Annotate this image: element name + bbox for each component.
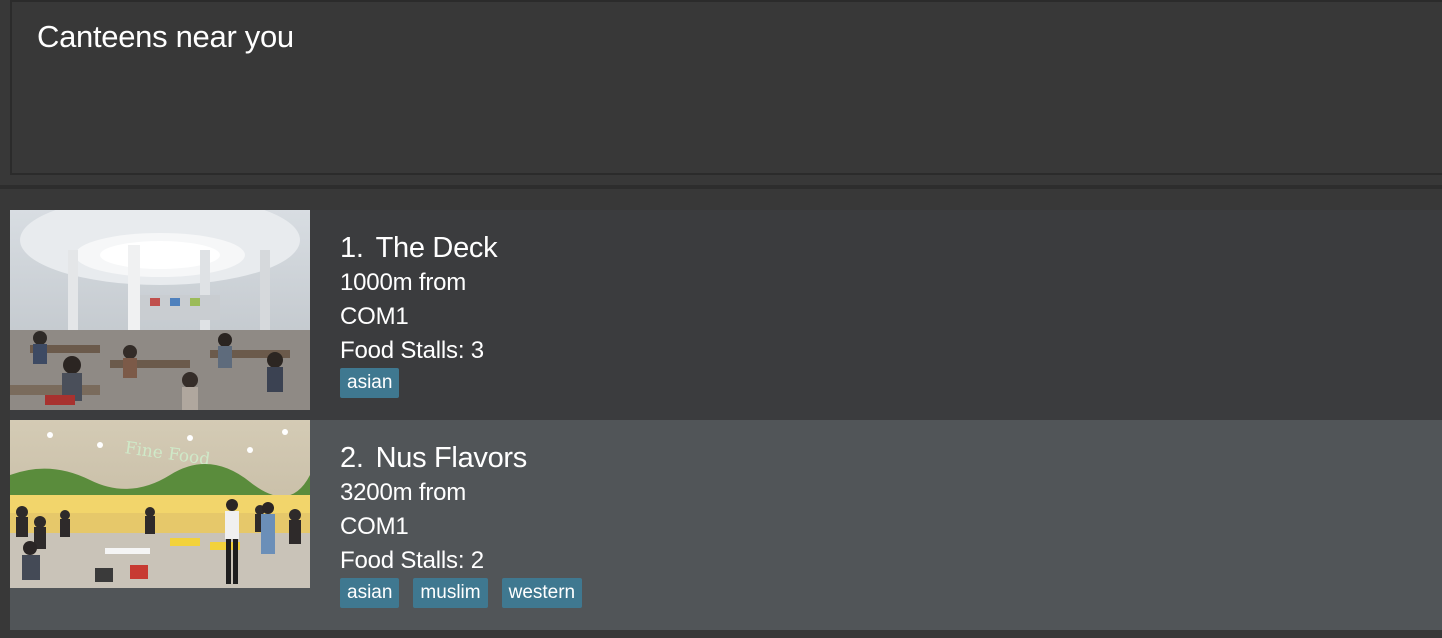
canteen-stalls: Food Stalls: 3 bbox=[340, 334, 497, 368]
canteen-distance: 3200m from bbox=[340, 479, 467, 506]
canteen-card[interactable]: Fine Food 2. Nus Flavors 3200m from COM1… bbox=[10, 420, 1442, 630]
canteen-info: 2. Nus Flavors 3200m from COM1 Food Stall… bbox=[340, 440, 583, 608]
header-panel: Canteens near you bbox=[10, 0, 1442, 175]
canteen-name-text: Nus Flavors bbox=[375, 442, 528, 474]
divider bbox=[0, 185, 1442, 189]
canteen-name: 2. Nus Flavors bbox=[340, 440, 582, 476]
stalls-label: Food Stalls: bbox=[340, 337, 465, 364]
tag-list: asian muslim western bbox=[340, 578, 583, 608]
tag-badge: muslim bbox=[413, 578, 488, 608]
tag-badge: asian bbox=[340, 368, 400, 398]
canteen-stalls: Food Stalls: 2 bbox=[340, 544, 582, 578]
canteen-index: 1. bbox=[340, 232, 364, 264]
canteen-reference: COM1 bbox=[340, 303, 409, 330]
page-title: Canteens near you bbox=[37, 19, 294, 54]
canteen-photo bbox=[10, 210, 310, 410]
canteen-name: 1. The Deck bbox=[340, 230, 498, 266]
canteen-photo: Fine Food bbox=[10, 420, 310, 588]
tag-badge: western bbox=[501, 578, 583, 608]
canteen-list[interactable]: 1. The Deck 1000m from COM1 Food Stalls: … bbox=[10, 210, 1442, 630]
stalls-count: 3 bbox=[470, 337, 484, 364]
canteen-index: 2. bbox=[340, 442, 364, 474]
canteen-reference: COM1 bbox=[340, 513, 409, 540]
stalls-count: 2 bbox=[470, 547, 484, 574]
canteen-card[interactable]: 1. The Deck 1000m from COM1 Food Stalls: … bbox=[10, 210, 1442, 420]
canteen-info: 1. The Deck 1000m from COM1 Food Stalls: … bbox=[340, 230, 498, 398]
canteen-name-text: The Deck bbox=[375, 232, 498, 264]
canteen-distance: 1000m from bbox=[340, 269, 467, 296]
tag-list: asian bbox=[340, 368, 497, 398]
stalls-label: Food Stalls: bbox=[340, 547, 465, 574]
tag-badge: asian bbox=[340, 578, 400, 608]
